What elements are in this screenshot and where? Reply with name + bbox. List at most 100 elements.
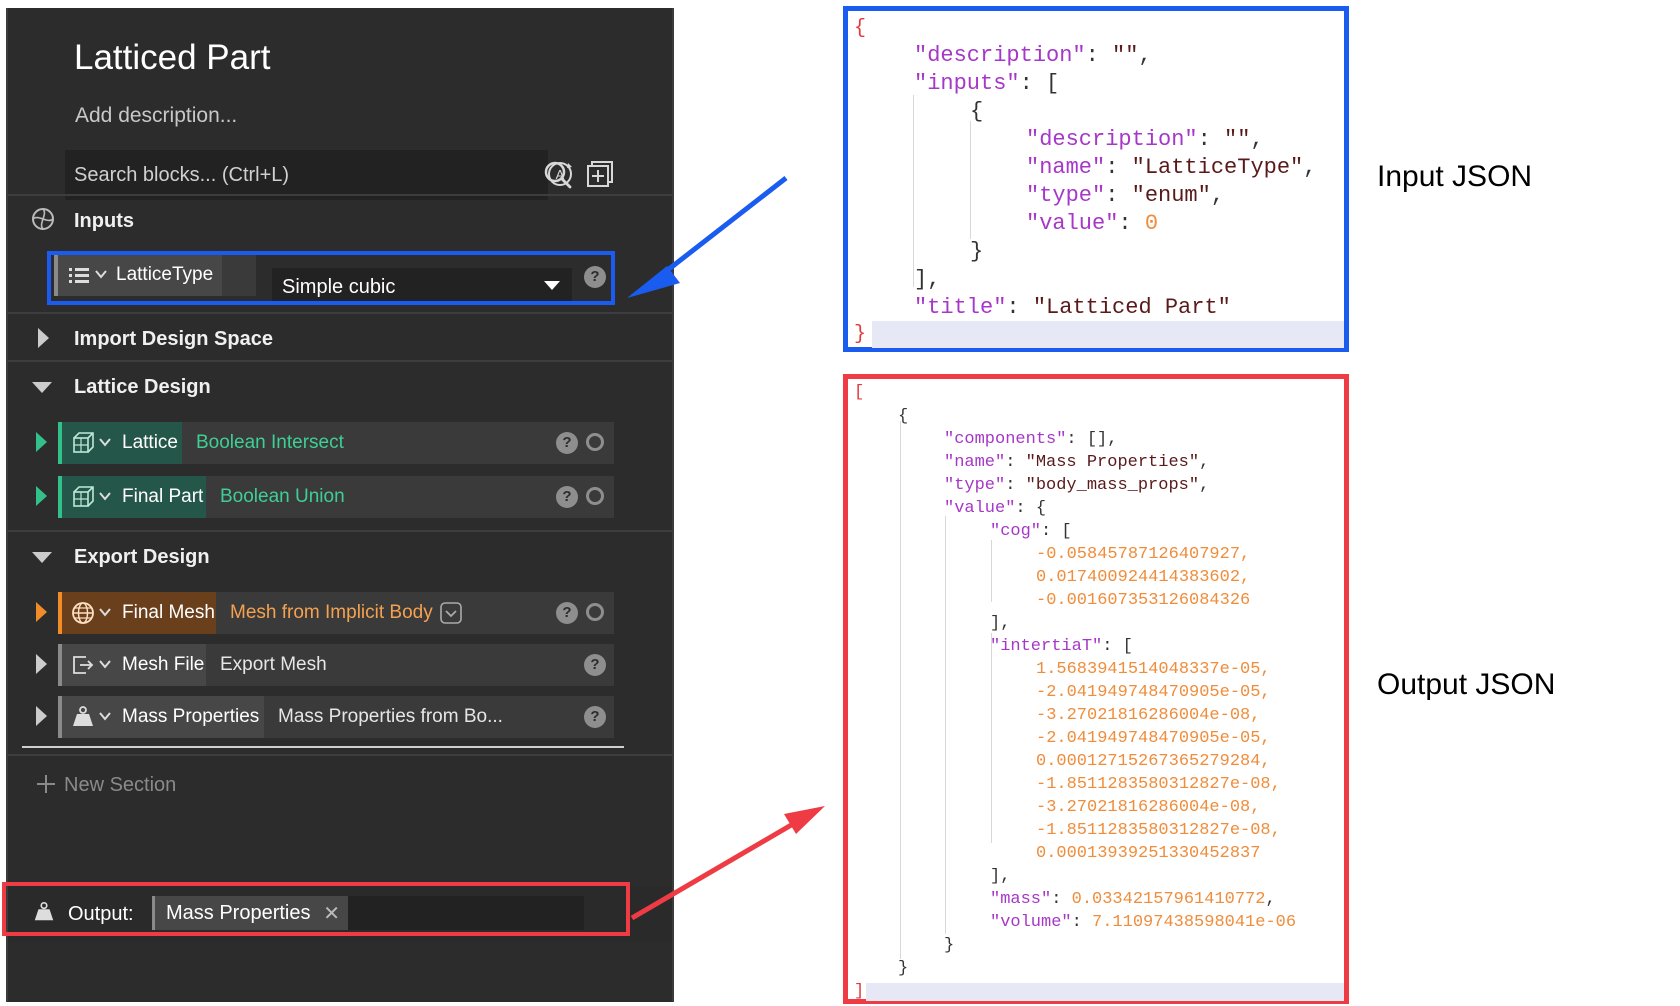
divider — [22, 746, 624, 748]
auto-layout-icon[interactable]: A — [544, 158, 576, 190]
block-row-final-part[interactable]: Final Part Boolean Union ? — [58, 476, 614, 518]
search-placeholder: Search blocks... (Ctrl+L) — [74, 164, 290, 186]
json-line: "description": "", — [1026, 127, 1264, 152]
json-brace: } — [854, 323, 867, 346]
json-number: -1.8511283580312827e-08, — [1036, 775, 1281, 794]
json-line: ], — [914, 267, 941, 292]
weight-icon — [73, 706, 93, 726]
block-tag[interactable]: Mass Properties — [58, 696, 264, 738]
status-circle-icon — [586, 433, 604, 451]
inputs-icon — [32, 208, 54, 230]
section-label: Inputs — [74, 210, 134, 232]
section-label: Import Design Space — [74, 328, 273, 350]
run-arrow-icon[interactable] — [36, 602, 47, 622]
json-number: 0.017400924414383602, — [1036, 568, 1251, 587]
json-line: { — [970, 99, 984, 124]
chevron-down-icon[interactable] — [98, 709, 112, 723]
help-icon[interactable]: ? — [584, 706, 606, 728]
output-json-panel: [ { "components": [], "name": "Mass Prop… — [843, 374, 1349, 1004]
chevron-down-icon[interactable] — [98, 605, 112, 619]
json-line: "value": 0 — [1026, 211, 1159, 236]
figure-canvas: Latticed Part Add description... Search … — [0, 0, 1680, 1006]
block-operation[interactable]: Boolean Union — [220, 486, 345, 508]
help-icon[interactable]: ? — [584, 654, 606, 676]
divider — [8, 754, 672, 756]
section-import-design-space[interactable]: Import Design Space — [8, 314, 672, 364]
json-number: -2.041949748470905e-05, — [1036, 683, 1271, 702]
block-operation[interactable]: Mesh from Implicit Body — [230, 602, 433, 624]
expand-arrow-icon[interactable] — [38, 328, 49, 348]
search-input[interactable]: Search blocks... (Ctrl+L) — [65, 150, 572, 200]
cursor-line — [866, 983, 1344, 1001]
tag-label: Lattice — [122, 432, 178, 453]
json-brace: ] — [854, 982, 865, 1001]
block-tag[interactable]: Final Part — [58, 476, 206, 518]
output-highlight-box — [2, 882, 630, 936]
json-number: -1.8511283580312827e-08, — [1036, 821, 1281, 840]
indent-guide — [991, 633, 992, 843]
globe-icon — [72, 602, 94, 624]
json-line: } — [970, 239, 984, 264]
json-brace: [ — [854, 383, 865, 402]
section-inputs: Inputs — [8, 196, 672, 246]
block-row-final-mesh[interactable]: Final Mesh Mesh from Implicit Body ? — [58, 592, 614, 634]
json-number: -0.05845787126407927, — [1036, 545, 1251, 564]
help-icon[interactable]: ? — [556, 602, 578, 624]
cursor-line — [872, 321, 1344, 348]
json-line: { — [898, 407, 909, 426]
input-json-panel: { "description": "", "inputs": [ { "desc… — [843, 6, 1349, 352]
json-line: } — [944, 936, 955, 955]
json-line: "components": [], — [944, 430, 1118, 449]
indent-guide — [970, 121, 971, 239]
output-arrowhead-icon — [784, 806, 825, 834]
collapse-arrow-icon[interactable] — [32, 382, 52, 393]
section-label: Export Design — [74, 546, 210, 568]
help-icon[interactable]: ? — [556, 486, 578, 508]
input-highlight-box — [47, 251, 615, 305]
block-operation[interactable]: Boolean Intersect — [196, 432, 344, 454]
tag-label: Final Part — [122, 486, 204, 507]
svg-text:A: A — [556, 167, 565, 182]
run-arrow-icon[interactable] — [36, 706, 47, 726]
block-operation[interactable]: Export Mesh — [220, 654, 327, 676]
block-operation[interactable]: Mass Properties from Bo... — [278, 706, 503, 728]
chevron-down-icon[interactable] — [98, 657, 112, 671]
help-icon[interactable]: ? — [556, 432, 578, 454]
block-tag[interactable]: Mesh File — [58, 644, 206, 686]
run-arrow-icon[interactable] — [36, 654, 47, 674]
collapse-arrow-icon[interactable] — [32, 552, 52, 563]
plus-icon — [37, 775, 55, 793]
export-file-icon — [73, 656, 94, 674]
block-tag[interactable]: Lattice — [58, 422, 182, 464]
json-line: ], — [990, 867, 1011, 886]
input-json-caption: Input JSON — [1377, 160, 1533, 193]
section-lattice-design[interactable]: Lattice Design — [8, 362, 672, 412]
chevron-down-icon[interactable] — [440, 602, 462, 624]
tag-label: Final Mesh — [122, 602, 215, 623]
add-block-icon[interactable] — [584, 158, 616, 190]
section-label: Lattice Design — [74, 376, 211, 398]
block-row-lattice[interactable]: Lattice Boolean Intersect ? — [58, 422, 614, 464]
page-title[interactable]: Latticed Part — [74, 38, 271, 78]
json-line: "intertiaT": [ — [990, 637, 1133, 656]
lattice-icon — [73, 432, 94, 453]
json-line: } — [898, 959, 909, 978]
chevron-down-icon[interactable] — [98, 489, 112, 503]
run-arrow-icon[interactable] — [36, 432, 47, 452]
run-arrow-icon[interactable] — [36, 486, 47, 506]
json-line: "type": "enum", — [1026, 183, 1225, 208]
tag-label: Mass Properties — [122, 706, 260, 727]
json-line: "cog": [ — [990, 522, 1072, 541]
block-row-mass-properties[interactable]: Mass Properties Mass Properties from Bo.… — [58, 696, 614, 738]
json-line: "value": { — [944, 499, 1047, 518]
chevron-down-icon[interactable] — [98, 435, 112, 449]
block-row-mesh-file[interactable]: Mesh File Export Mesh ? — [58, 644, 614, 686]
description-field[interactable]: Add description... — [75, 104, 237, 128]
block-editor-panel: Latticed Part Add description... Search … — [6, 8, 674, 1002]
json-line: "mass": 0.03342157961410772, — [990, 890, 1276, 909]
json-number: 0.00012715267365279284, — [1036, 752, 1271, 771]
section-export-design[interactable]: Export Design — [8, 532, 672, 582]
indent-guide — [900, 421, 901, 959]
json-line: "title": "Latticed Part" — [914, 295, 1231, 320]
block-tag[interactable]: Final Mesh — [58, 592, 216, 634]
